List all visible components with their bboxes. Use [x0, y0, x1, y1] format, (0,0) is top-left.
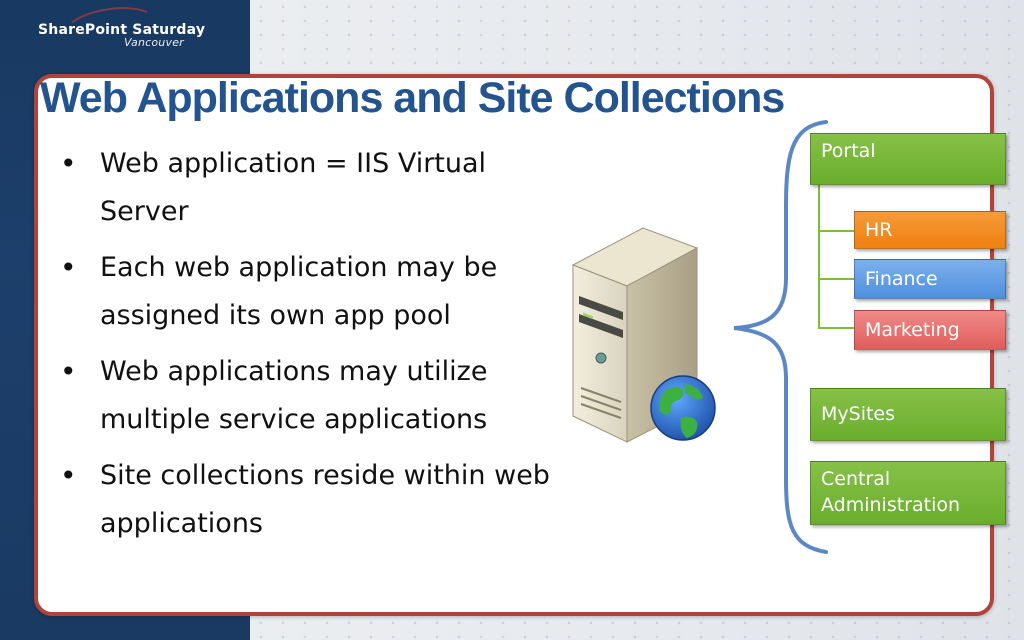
bullet-text: Web application = IIS Virtual Server — [100, 148, 487, 227]
mysites-label: MySites — [821, 403, 896, 425]
tree-connector — [818, 230, 854, 232]
tree-connector — [818, 278, 854, 280]
mysites-box: MySites — [810, 388, 1006, 441]
bullet-dot-icon: • — [60, 251, 77, 284]
finance-label: Finance — [865, 268, 938, 290]
bullet-item: • Web application = IIS Virtual Server — [60, 140, 570, 236]
bullet-text: Web applications may utilize multiple se… — [100, 356, 488, 435]
central-administration-box: Central Administration — [810, 461, 1006, 525]
bullet-item: • Each web application may be assigned it… — [60, 244, 570, 340]
central-administration-label: Central Administration — [821, 468, 961, 516]
bullet-text: Site collections reside within web appli… — [100, 460, 550, 539]
slide-title: Web Applications and Site Collections — [40, 74, 785, 122]
sharepoint-saturday-logo: SharePoint Saturday Vancouver — [38, 1, 205, 55]
marketing-label: Marketing — [865, 319, 960, 341]
finance-box: Finance — [854, 259, 1006, 299]
bullet-dot-icon: • — [60, 355, 77, 388]
bullet-item: • Web applications may utilize multiple s… — [60, 348, 570, 444]
portal-box: Portal — [810, 133, 1006, 185]
marketing-box: Marketing — [854, 310, 1006, 350]
hr-box: HR — [854, 211, 1006, 249]
bullet-dot-icon: • — [60, 459, 77, 492]
portal-label: Portal — [821, 140, 876, 162]
tree-connector — [818, 327, 854, 329]
tree-connector — [818, 185, 820, 329]
hr-label: HR — [865, 219, 893, 241]
bullet-list: • Web application = IIS Virtual Server • E… — [60, 140, 570, 556]
bullet-dot-icon: • — [60, 147, 77, 180]
globe-icon — [650, 375, 716, 441]
bullet-item: • Site collections reside within web appl… — [60, 452, 570, 548]
bullet-text: Each web application may be assigned its… — [100, 252, 498, 331]
server-icon — [571, 227, 716, 443]
